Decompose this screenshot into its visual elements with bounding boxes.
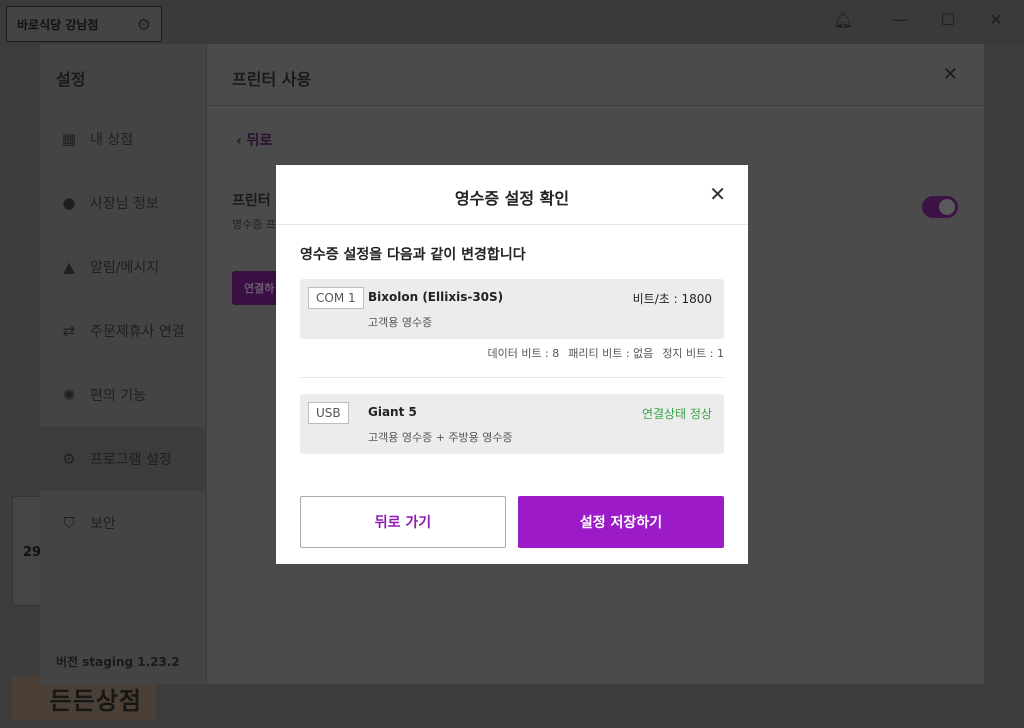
sidebar-item-convenience[interactable]: ✺ 편의 기능 xyxy=(40,363,207,427)
port-badge: USB xyxy=(308,402,349,424)
sidebar-item-label: 주문제휴사 연결 xyxy=(90,324,185,340)
connect-button[interactable]: 연결하 xyxy=(232,271,278,305)
divider xyxy=(300,377,724,378)
close-icon[interactable]: ✕ xyxy=(709,182,726,206)
device-model: Giant 5 xyxy=(368,405,417,419)
store-icon: ▦ xyxy=(61,130,77,148)
title-bar: 바로식당 강남점 ⚙ 🔔︎ — ☐ ✕ xyxy=(0,0,1024,46)
receipt-confirm-dialog: 영수증 설정 확인 ✕ 영수증 설정을 다음과 같이 변경합니다 COM 1 B… xyxy=(276,165,748,564)
bell-icon: ▲ xyxy=(63,258,75,276)
user-icon: ● xyxy=(62,194,76,212)
sidebar-item-notifications[interactable]: ▲ 알림/메시지 xyxy=(40,235,207,299)
close-icon[interactable]: ✕ xyxy=(943,64,958,85)
minimize-icon[interactable]: — xyxy=(888,10,912,29)
device-model: Bixolon (Ellixis-30S) xyxy=(368,290,504,304)
connection-status: 연결상태 정상 xyxy=(641,407,712,421)
back-button[interactable]: 뒤로 가기 xyxy=(300,496,506,548)
back-link-label: 뒤로 xyxy=(246,133,273,149)
device-usage: 고객용 영수증 xyxy=(368,316,433,329)
device-card-usb: USB Giant 5 고객용 영수증 + 주방용 영수증 연결상태 정상 xyxy=(300,394,724,454)
promo-number: 29 xyxy=(23,545,42,560)
gear-icon[interactable]: ⚙ xyxy=(137,15,151,34)
dialog-header: 영수증 설정 확인 ✕ xyxy=(276,165,748,225)
sidebar-item-my-store[interactable]: ▦ 내 상점 xyxy=(40,107,207,171)
sidebar-item-label: 프로그램 설정 xyxy=(90,452,172,468)
swap-icon: ⇄ xyxy=(62,322,76,340)
stop-bits: 정지 비트 : 1 xyxy=(662,347,724,360)
main-sidebar-background xyxy=(0,46,40,728)
sidebar-item-label: 편의 기능 xyxy=(90,388,146,404)
brand-logo-text: 든든상점 xyxy=(49,686,142,715)
promo-card: 29 xyxy=(12,496,42,606)
dialog-description: 영수증 설정을 다음과 같이 변경합니다 xyxy=(300,247,526,263)
serial-settings: 데이터 비트 : 8 패리티 비트 : 없음 정지 비트 : 1 xyxy=(487,345,724,361)
sidebar-item-label: 내 상점 xyxy=(90,132,134,148)
device-usage: 고객용 영수증 + 주방용 영수증 xyxy=(368,431,513,444)
port-badge: COM 1 xyxy=(308,287,364,309)
baud-rate: 비트/초 : 1800 xyxy=(632,292,712,306)
data-bits: 데이터 비트 : 8 xyxy=(487,347,560,360)
bell-icon[interactable]: 🔔︎ xyxy=(831,10,855,29)
settings-sidebar: 설정 ▦ 내 상점 ● 사장님 정보 ▲ 알림/메시지 ⇄ 주문제휴사 연결 ✺… xyxy=(40,44,207,684)
settings-title: 설정 xyxy=(56,70,86,89)
app-version: 버전 staging 1.23.2 xyxy=(56,655,180,669)
maximize-icon[interactable]: ☐ xyxy=(936,10,960,29)
store-name: 바로식당 강남점 xyxy=(17,17,99,32)
chevron-left-icon: ‹ xyxy=(236,133,242,149)
parity-bits: 패리티 비트 : 없음 xyxy=(568,347,654,360)
save-settings-button[interactable]: 설정 저장하기 xyxy=(518,496,724,548)
close-icon[interactable]: ✕ xyxy=(984,10,1008,29)
store-selector[interactable]: 바로식당 강남점 ⚙ xyxy=(6,6,162,42)
sidebar-item-order-partners[interactable]: ⇄ 주문제휴사 연결 xyxy=(40,299,207,363)
sidebar-item-label: 알림/메시지 xyxy=(90,260,160,276)
sidebar-item-security[interactable]: ⛉ 보안 xyxy=(40,491,207,555)
sidebar-item-label: 보안 xyxy=(90,516,116,532)
shield-icon: ⛉ xyxy=(63,514,75,532)
printer-toggle[interactable] xyxy=(922,196,958,218)
device-card-com: COM 1 Bixolon (Ellixis-30S) 고객용 영수증 비트/초… xyxy=(300,279,724,339)
bulb-icon: ✺ xyxy=(62,386,76,404)
settings-header: 프린터 사용 ✕ xyxy=(208,44,984,106)
sidebar-item-label: 사장님 정보 xyxy=(90,196,159,212)
gear-icon: ⚙ xyxy=(62,450,76,468)
page-title: 프린터 사용 xyxy=(232,70,312,89)
back-link[interactable]: ‹ 뒤로 xyxy=(236,130,272,150)
sidebar-item-program-settings[interactable]: ⚙ 프로그램 설정 xyxy=(40,427,207,491)
dialog-title: 영수증 설정 확인 xyxy=(454,189,570,208)
printer-use-description: 영수증 프 xyxy=(232,218,276,231)
sidebar-item-owner-info[interactable]: ● 사장님 정보 xyxy=(40,171,207,235)
